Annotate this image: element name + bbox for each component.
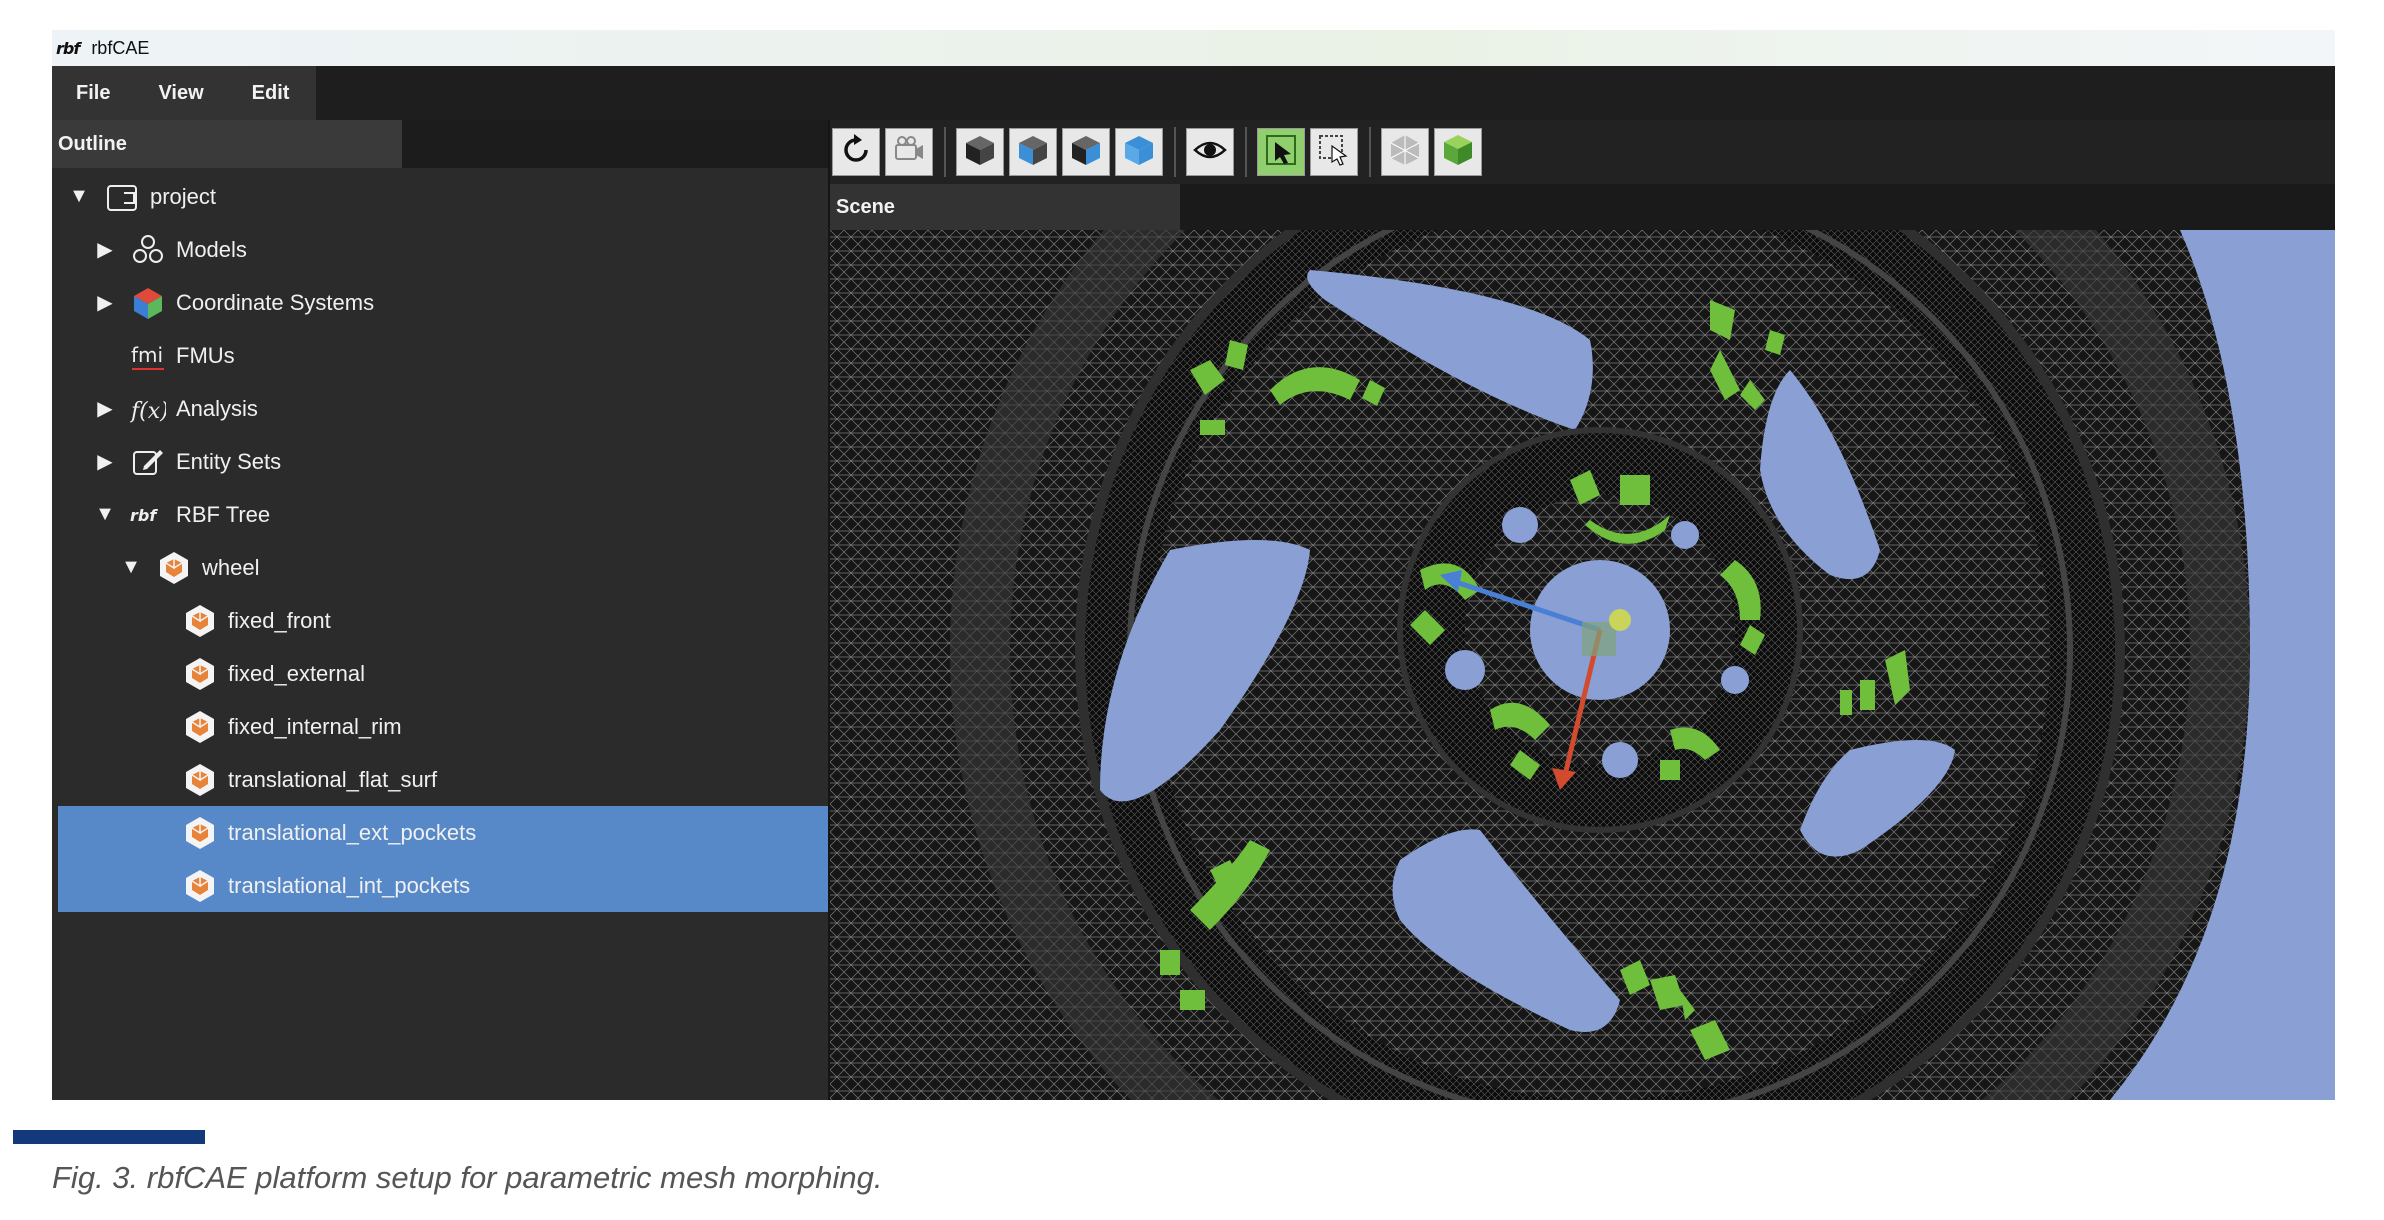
tree-item-label: FMUs	[176, 342, 235, 368]
rbf-node-icon	[180, 601, 220, 641]
box-select-icon	[1316, 132, 1352, 173]
menu-group: File View Edit	[52, 66, 316, 120]
collapse-arrow-icon[interactable]: ▼	[68, 185, 90, 208]
toolbar-separator	[1245, 127, 1247, 177]
menu-view[interactable]: View	[134, 82, 227, 105]
rbf-node-icon	[180, 760, 220, 800]
rotate-button[interactable]	[832, 128, 880, 176]
menu-bar: File View Edit	[52, 66, 2335, 120]
menu-file[interactable]: File	[52, 82, 134, 105]
svg-text:f(x): f(x)	[130, 399, 166, 424]
tree-item-project[interactable]: ▼ project	[58, 170, 828, 223]
rotate-icon	[838, 132, 874, 173]
collapse-arrow-icon[interactable]: ▼	[94, 503, 116, 526]
scene-tab[interactable]: Scene	[830, 184, 1180, 230]
view-cube-front-icon	[1068, 132, 1104, 173]
expand-arrow-icon[interactable]: ▶	[94, 449, 116, 474]
wheel-mesh-render[interactable]	[830, 230, 2335, 1100]
caption-accent-bar	[13, 1130, 205, 1144]
tree-item-entity-sets[interactable]: ▶ Entity Sets	[58, 435, 828, 488]
mesh-icon	[1387, 132, 1423, 173]
toolbar-separator	[1174, 127, 1176, 177]
tree-item-coordinate-systems[interactable]: ▶ Coordinate Systems	[58, 276, 828, 329]
solid-cube-icon	[1440, 132, 1476, 173]
toolbar-separator	[944, 127, 946, 177]
solid-cube-button[interactable]	[1434, 128, 1482, 176]
scene-header: Scene	[830, 184, 2335, 230]
expand-arrow-icon[interactable]: ▶	[94, 396, 116, 421]
rbf-node-icon	[180, 654, 220, 694]
rbf-icon: rbf	[128, 495, 168, 535]
tree-item-fixed-internal-rim[interactable]: fixed_internal_rim	[58, 700, 828, 753]
fmi-icon: fmi	[128, 336, 168, 376]
rbf-node-icon	[180, 707, 220, 747]
view-cube-side-icon	[1015, 132, 1051, 173]
tree-item-wheel[interactable]: ▼ wheel	[58, 541, 828, 594]
outline-panel: Outline ▼ project ▶ Models ▶ Coordinate Syste…	[52, 120, 830, 1100]
view-cube-front-button[interactable]	[1062, 128, 1110, 176]
scene-viewport[interactable]	[830, 230, 2335, 1100]
rbf-node-icon	[180, 866, 220, 906]
tree-item-label: Entity Sets	[176, 448, 282, 474]
tree-item-label: RBF Tree	[176, 501, 271, 527]
tree-item-fmus[interactable]: fmi FMUs	[58, 329, 828, 382]
title-bar: rbf rbfCAE	[52, 30, 2335, 66]
tree-item-models[interactable]: ▶ Models	[58, 223, 828, 276]
tree-item-label: wheel	[202, 554, 260, 580]
tree-item-label: fixed_external	[228, 660, 365, 686]
rbf-node-icon	[180, 813, 220, 853]
scene-panel: Scene	[830, 120, 2335, 1100]
tree-item-analysis[interactable]: ▶ f(x) Analysis	[58, 382, 828, 435]
camera-icon	[891, 132, 927, 173]
tree-item-label: fixed_internal_rim	[228, 713, 402, 739]
edit-icon	[128, 442, 168, 482]
tree-item-translational-ext-pockets[interactable]: translational_ext_pockets	[58, 806, 828, 859]
view-cube-side-button[interactable]	[1009, 128, 1057, 176]
eye-button[interactable]	[1186, 128, 1234, 176]
tree-item-label: translational_int_pockets	[228, 872, 471, 898]
eye-icon	[1192, 132, 1228, 173]
tree-item-fixed-external[interactable]: fixed_external	[58, 647, 828, 700]
tree-item-label: Coordinate Systems	[176, 289, 375, 315]
tree-item-label: translational_ext_pockets	[228, 819, 477, 845]
tree-item-fixed-front[interactable]: fixed_front	[58, 594, 828, 647]
tree-item-label: translational_flat_surf	[228, 766, 438, 792]
tree-item-rbf-tree[interactable]: ▼ rbf RBF Tree	[58, 488, 828, 541]
app-window: rbf rbfCAE File View Edit Outline ▼ proje…	[52, 30, 2335, 1100]
view-cube-button[interactable]	[956, 128, 1004, 176]
mesh-button[interactable]	[1381, 128, 1429, 176]
tree-item-label: Models	[176, 236, 247, 262]
expand-arrow-icon[interactable]: ▶	[94, 237, 116, 262]
figure-caption: Fig. 3. rbfCAE platform setup for parame…	[52, 1160, 883, 1195]
select-arrow-button[interactable]	[1257, 128, 1305, 176]
box-select-button[interactable]	[1310, 128, 1358, 176]
collapse-arrow-icon[interactable]: ▼	[120, 556, 142, 579]
expand-arrow-icon[interactable]: ▶	[94, 290, 116, 315]
camera-button[interactable]	[885, 128, 933, 176]
tree-item-translational-int-pockets[interactable]: translational_int_pockets	[58, 859, 828, 912]
function-icon: f(x)	[128, 389, 168, 429]
app-logo: rbf	[56, 38, 80, 58]
outline-tab[interactable]: Outline	[52, 120, 402, 168]
rbf-node-icon	[154, 548, 194, 588]
scene-toolbar	[830, 120, 2335, 184]
tree-item-label: Analysis	[176, 395, 258, 421]
svg-text:rbf: rbf	[130, 506, 158, 525]
svg-text:fmi: fmi	[131, 343, 163, 367]
tree-item-translational-flat-surf[interactable]: translational_flat_surf	[58, 753, 828, 806]
view-cube-icon	[962, 132, 998, 173]
view-cube-top-button[interactable]	[1115, 128, 1163, 176]
tree-item-label: project	[150, 183, 217, 209]
menu-edit[interactable]: Edit	[228, 82, 314, 105]
toolbar-separator	[1369, 127, 1371, 177]
tree-item-label: fixed_front	[228, 607, 331, 633]
select-arrow-icon	[1263, 132, 1299, 173]
window-title: rbfCAE	[91, 37, 150, 58]
outline-header: Outline	[52, 120, 828, 168]
coordinate-systems-icon	[128, 283, 168, 323]
folder-icon	[102, 177, 142, 217]
models-icon	[128, 230, 168, 270]
view-cube-top-icon	[1121, 132, 1157, 173]
